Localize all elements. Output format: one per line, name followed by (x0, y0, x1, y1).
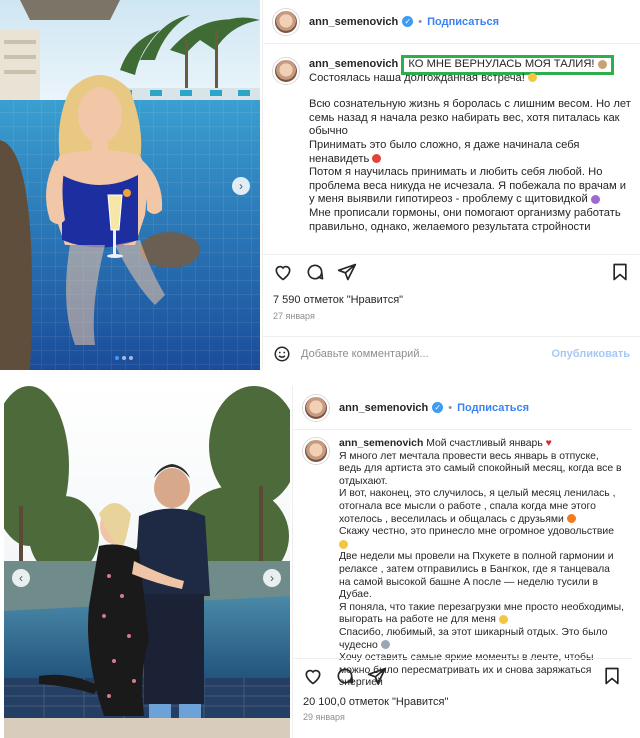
carousel-dots (115, 356, 133, 360)
bookmark-icon[interactable] (610, 262, 630, 282)
caption-line: Я поняла, что такие перезагрузки мне про… (339, 601, 624, 626)
angry-emoji-icon (372, 154, 382, 164)
post-actions (263, 254, 640, 288)
comment-bar: Добавьте комментарий... Опубликовать (263, 336, 640, 370)
avatar[interactable] (303, 394, 329, 421)
caption-headline: Мой счастливый январь (426, 438, 543, 449)
avatar[interactable] (303, 438, 329, 464)
next-photo-button[interactable]: › (232, 177, 250, 195)
smile-emoji-icon (339, 539, 348, 549)
smile-emoji-icon (498, 615, 508, 625)
verified-icon: ✓ (432, 402, 444, 413)
carousel-dot (115, 356, 119, 360)
carousel-dot (122, 356, 126, 360)
caption-username[interactable]: ann_semenovich (309, 58, 398, 70)
caption-line: Мне прописали гормоны, они помогают орга… (309, 206, 621, 233)
caption-line: Спасибо, любимый, за этот шикарный отдых… (339, 626, 608, 651)
prev-photo-button[interactable]: ‹ (12, 569, 30, 587)
post-1-photo[interactable]: › (0, 0, 260, 370)
likes-count[interactable]: 7 590 отметок "Нравится" (273, 294, 403, 306)
share-icon[interactable] (367, 666, 387, 686)
caption-headline: КО МНЕ ВЕРНУЛАСЬ МОЯ ТАЛИЯ! (408, 58, 595, 70)
username-link[interactable]: ann_semenovich (339, 402, 428, 414)
comment-icon[interactable] (305, 262, 325, 282)
caption-line: Скажу честно, это принесло мне огромное … (339, 526, 624, 551)
caption-line: Всю сознательную жизнь я боролась с лишн… (309, 98, 631, 138)
hand-emoji-icon (597, 59, 607, 69)
post-1: › ann_semenovich ✓ • Подписаться ann_sem… (0, 0, 640, 370)
post-header: ann_semenovich ✓ • Подписаться (263, 0, 640, 44)
bookmark-icon[interactable] (602, 666, 622, 686)
caption-line: Принимать это было сложно, я даже начина… (309, 138, 580, 165)
pool-photo (0, 0, 260, 370)
follow-button[interactable]: Подписаться (427, 16, 499, 28)
smile-emoji-icon (527, 73, 537, 83)
carousel-dot (129, 356, 133, 360)
caption-line: Потом я научилась принимать и любить себ… (309, 166, 627, 206)
caption-line: И вот, наконец, это случилось, я целый м… (339, 488, 616, 525)
share-icon[interactable] (337, 262, 357, 282)
post-2-details: ann_semenovich ✓ • Подписаться ann_semen… (292, 386, 632, 738)
separator-dot: • (418, 15, 423, 28)
caption-line: Я много лет мечтала провести весь январь… (339, 450, 622, 487)
likes-count[interactable]: 20 100,0 отметок "Нравится" (303, 696, 448, 708)
like-heart-icon[interactable] (273, 262, 293, 282)
username-link[interactable]: ann_semenovich (309, 16, 398, 28)
avatar[interactable] (273, 58, 299, 84)
post-actions (293, 658, 632, 692)
post-date[interactable]: 29 января (303, 712, 345, 722)
vacation-photo (4, 386, 290, 738)
heart-emoji-icon: ♥ (545, 438, 552, 449)
verified-icon: ✓ (402, 16, 414, 27)
separator-dot: • (448, 401, 453, 414)
post-header: ann_semenovich ✓ • Подписаться (293, 386, 632, 430)
caption: ann_semenovich Мой счастливый январь ♥ Я… (303, 438, 624, 690)
emoji-picker-icon[interactable] (273, 345, 291, 363)
comment-icon[interactable] (335, 666, 355, 686)
publish-button[interactable]: Опубликовать (551, 348, 630, 360)
next-photo-button[interactable]: › (263, 569, 281, 587)
comment-input[interactable]: Добавьте комментарий... (301, 348, 551, 360)
post-2-photo[interactable]: ‹ › (4, 386, 290, 738)
pray-emoji-icon (380, 640, 390, 650)
emoji-icon (590, 194, 600, 204)
post-1-details: ann_semenovich ✓ • Подписаться ann_semen… (262, 0, 640, 370)
caption: ann_semenovich КО МНЕ ВЕРНУЛАСЬ МОЯ ТАЛИ… (273, 55, 632, 234)
fire-emoji-icon (566, 514, 576, 524)
caption-line: Две недели мы провели на Пхукете в полно… (339, 551, 614, 601)
follow-button[interactable]: Подписаться (457, 402, 529, 414)
like-heart-icon[interactable] (303, 666, 323, 686)
caption-username[interactable]: ann_semenovich (339, 438, 423, 449)
avatar[interactable] (273, 8, 299, 35)
post-date[interactable]: 27 января (273, 311, 315, 321)
post-2: ‹ › ann_semenovich ✓ • Подписаться ann_s… (4, 386, 632, 738)
